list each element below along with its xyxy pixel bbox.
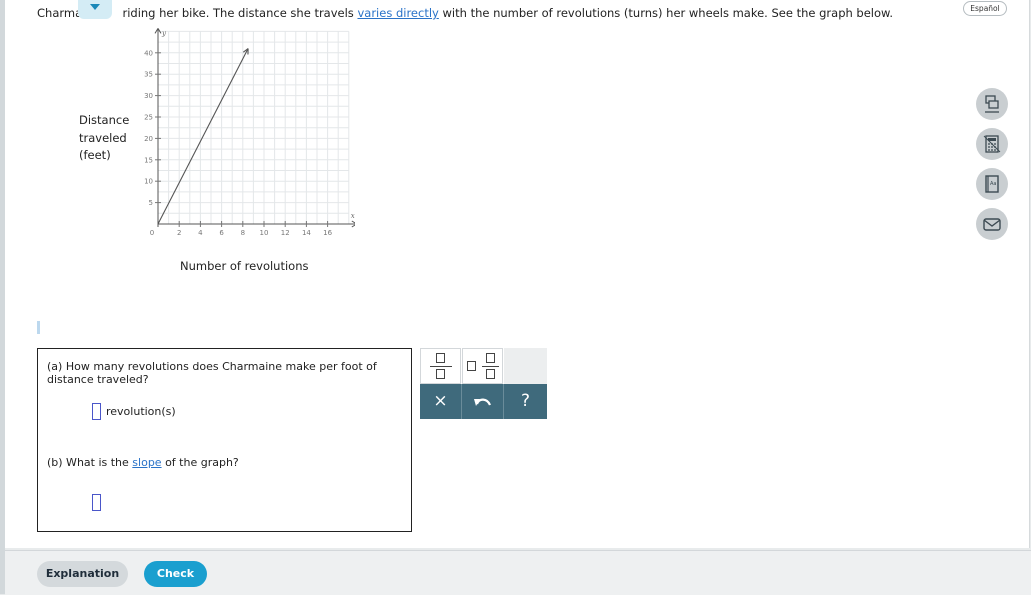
y-axis-label-line: traveled [79,130,127,145]
mixed-number-button[interactable] [462,348,503,384]
answer-a-input[interactable] [92,403,101,420]
answer-a-unit: revolution(s) [106,405,176,418]
prompt-start: Charma [37,6,83,20]
distance-revolutions-chart: x y 0 2 4 6 8 10 12 14 16 5 10 15 20 25 30 35 40 [144,28,355,237]
svg-text:Aa: Aa [990,181,996,187]
y-tick-label: 10 [144,178,153,186]
undo-button[interactable] [462,384,504,419]
y-axis-label-line: Distance [79,113,130,127]
y-tick-label: 15 [144,156,153,164]
clear-button[interactable]: × [420,384,462,419]
x-tick-label: 14 [302,229,311,237]
math-keypad: × ? [420,348,547,419]
dictionary-icon: Aa [985,175,999,193]
keypad-blank [504,348,547,384]
mail-icon [983,218,1001,231]
calculator-icon [983,135,1001,153]
focus-indicator [37,321,40,334]
y-axis-label: Distance traveled (feet) [79,112,129,165]
x-axis-letter: x [351,212,355,220]
question-a-text: (a) How many revolutions does Charmaine … [47,360,377,386]
x-axis-label: Number of revolutions [180,259,309,273]
fraction-button[interactable] [420,348,461,384]
accessibility-icon [985,95,999,113]
x-tick-label: 6 [219,229,224,237]
y-tick-label: 25 [144,114,153,122]
accessibility-tool-button[interactable] [976,88,1008,120]
prompt-mid: riding her bike. The distance she travel… [122,6,354,20]
y-tick-label: 30 [144,92,153,100]
varies-directly-link[interactable]: varies directly [357,6,438,20]
slope-link[interactable]: slope [132,456,161,469]
y-axis-letter: y [161,29,167,37]
y-tick-label: 35 [144,71,153,79]
y-axis-label-line: (feet) [79,148,111,162]
x-tick-label: 10 [260,229,269,237]
help-button[interactable]: ? [504,384,547,419]
y-tick-label: 40 [144,49,153,57]
chart-series [157,48,249,225]
chart-ticks: 0 2 4 6 8 10 12 14 16 5 10 15 20 25 30 35 40 [144,49,333,237]
x-tick-label: 12 [281,229,290,237]
answer-b-input[interactable] [92,494,101,511]
dictionary-tool-button[interactable]: Aa [976,168,1008,200]
question-b-box: (b) What is the slope of the graph? [37,439,412,532]
x-tick-label: 4 [198,229,203,237]
x-tick-label: 8 [241,229,245,237]
data-line [157,48,249,225]
undo-icon [473,398,491,406]
question-b-start: (b) What is the [47,456,129,469]
language-button[interactable]: Español [963,1,1007,16]
calculator-tool-button[interactable] [976,128,1008,160]
prompt-end: with the number of revolutions (turns) h… [442,6,894,20]
question-b-end: of the graph? [165,456,239,469]
explanation-button[interactable]: Explanation [37,561,128,587]
origin-label: 0 [150,229,154,237]
collapse-toggle-button[interactable] [78,0,112,19]
y-tick-label: 20 [144,135,153,143]
message-tool-button[interactable] [976,208,1008,240]
check-button[interactable]: Check [144,561,207,587]
question-b-text: (b) What is the slope of the graph? [47,456,239,469]
question-prompt: Charma riding her bike. The distance she… [37,6,893,20]
chart-grid [158,30,350,224]
question-a-box: (a) How many revolutions does Charmaine … [37,348,412,440]
y-tick-label: 5 [149,199,153,207]
x-tick-label: 16 [323,229,332,237]
x-tick-label: 2 [177,229,181,237]
